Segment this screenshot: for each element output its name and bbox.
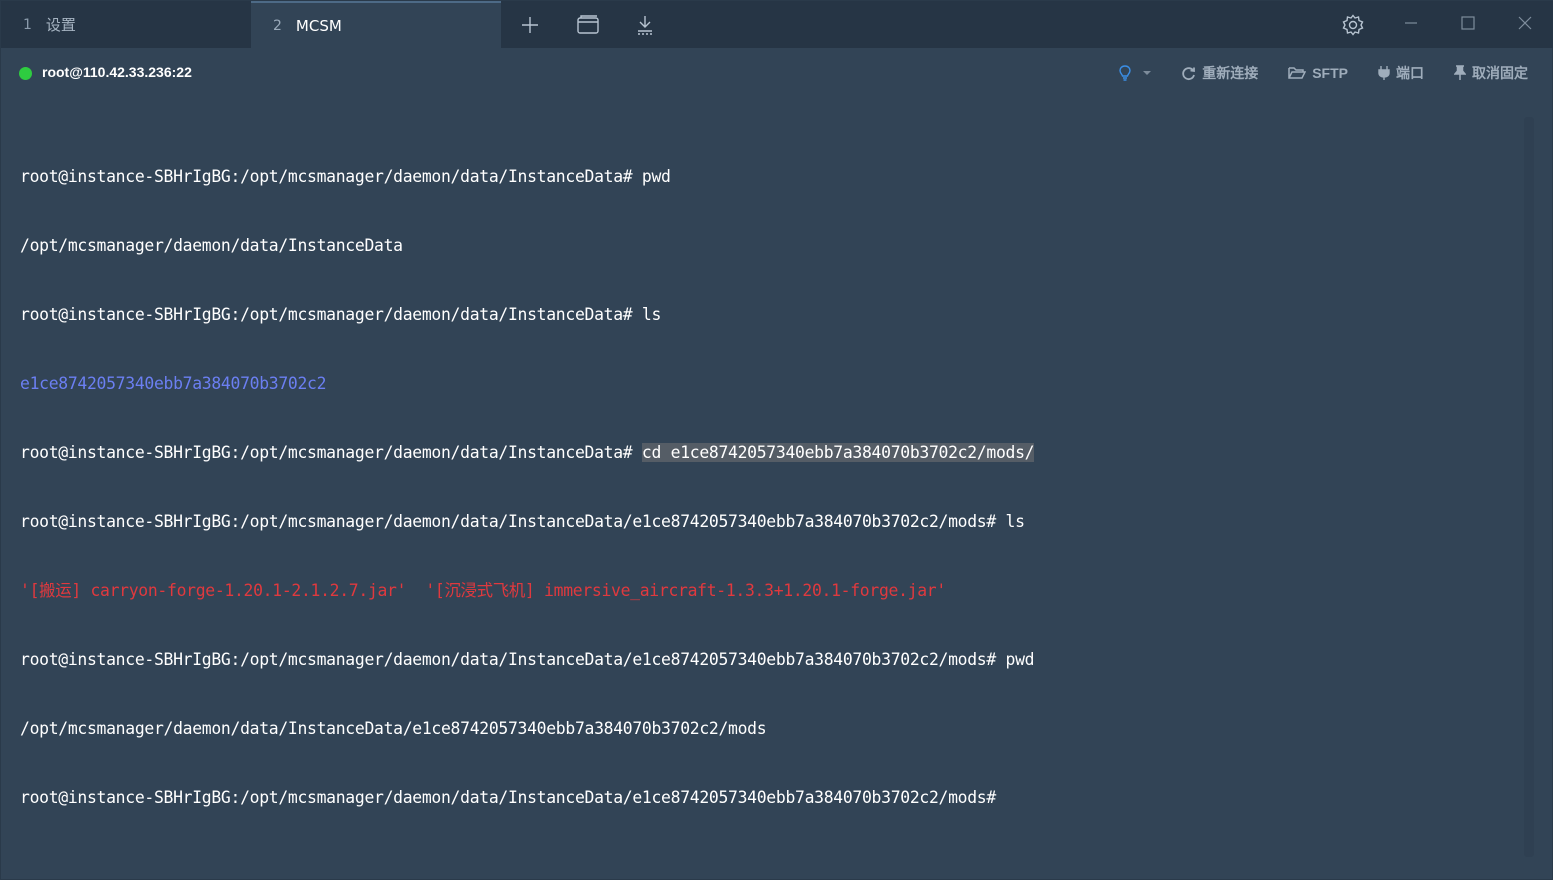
tab-label: MCSM <box>295 16 342 35</box>
gear-icon[interactable] <box>1339 11 1367 39</box>
close-button[interactable] <box>1509 9 1541 37</box>
reconnect-button[interactable]: 重新连接 <box>1181 63 1258 83</box>
port-button[interactable]: 端口 <box>1378 63 1424 83</box>
download-icon[interactable] <box>631 11 659 39</box>
sftp-label: SFTP <box>1312 65 1348 81</box>
port-label: 端口 <box>1396 65 1424 81</box>
terminal-line-files: '[搬运] carryon-forge-1.20.1-2.1.2.7.jar' … <box>20 581 946 600</box>
session-header: root@110.42.33.236:22 重新连接 SFTP 端口 取消固定 <box>1 48 1553 98</box>
tab-number: 2 <box>273 17 282 34</box>
terminal-line: root@instance-SBHrIgBG:/opt/mcsmanager/d… <box>20 512 1025 531</box>
terminal-scrollbar[interactable] <box>1524 117 1534 857</box>
maximize-button[interactable] <box>1452 9 1484 37</box>
terminal-line: /opt/mcsmanager/daemon/data/InstanceData <box>20 236 403 255</box>
tab-mcsm[interactable]: 2 MCSM <box>251 1 501 48</box>
plus-icon[interactable] <box>516 11 544 39</box>
reconnect-label: 重新连接 <box>1202 65 1259 81</box>
terminal-line: root@instance-SBHrIgBG:/opt/mcsmanager/d… <box>20 441 1520 464</box>
terminal-line: /opt/mcsmanager/daemon/data/InstanceData… <box>20 719 767 738</box>
terminal-line: root@instance-SBHrIgBG:/opt/mcsmanager/d… <box>20 650 1035 669</box>
selected-text: cd e1ce8742057340ebb7a384070b3702c2/mods… <box>641 443 1035 462</box>
pin-icon <box>1454 65 1466 80</box>
terminal-line-directory: e1ce8742057340ebb7a384070b3702c2 <box>20 374 327 393</box>
tab-settings[interactable]: 1 设置 <box>1 1 251 48</box>
window-icon[interactable] <box>574 11 602 39</box>
terminal-window: 1 设置 2 MCSM root@110.42.33.236:22 重新连接 S… <box>0 0 1553 880</box>
terminal-line: root@instance-SBHrIgBG:/opt/mcsmanager/d… <box>20 305 662 324</box>
highlight-dropdown[interactable] <box>1118 65 1152 81</box>
terminal-line: root@instance-SBHrIgBG:/opt/mcsmanager/d… <box>20 167 671 186</box>
tab-label: 设置 <box>45 16 76 34</box>
folder-open-icon <box>1288 67 1307 79</box>
sftp-button[interactable]: SFTP <box>1288 65 1348 81</box>
terminal-line: root@instance-SBHrIgBG:/opt/mcsmanager/d… <box>20 788 996 807</box>
unpin-button[interactable]: 取消固定 <box>1454 63 1528 83</box>
plug-icon <box>1378 66 1390 80</box>
unpin-label: 取消固定 <box>1472 65 1528 81</box>
minimize-button[interactable] <box>1395 9 1427 37</box>
session-actions: 重新连接 SFTP 端口 取消固定 <box>1088 63 1528 83</box>
chevron-down-icon <box>1143 71 1152 75</box>
tab-bar: 1 设置 2 MCSM <box>1 1 1553 48</box>
lightbulb-icon <box>1119 65 1131 81</box>
connection-status-icon <box>19 67 32 80</box>
host-address: root@110.42.33.236:22 <box>42 64 192 80</box>
prompt-text: root@instance-SBHrIgBG:/opt/mcsmanager/d… <box>20 443 642 462</box>
refresh-icon <box>1182 66 1196 80</box>
tab-number: 1 <box>23 16 32 33</box>
terminal-output[interactable]: root@instance-SBHrIgBG:/opt/mcsmanager/d… <box>20 119 1520 859</box>
